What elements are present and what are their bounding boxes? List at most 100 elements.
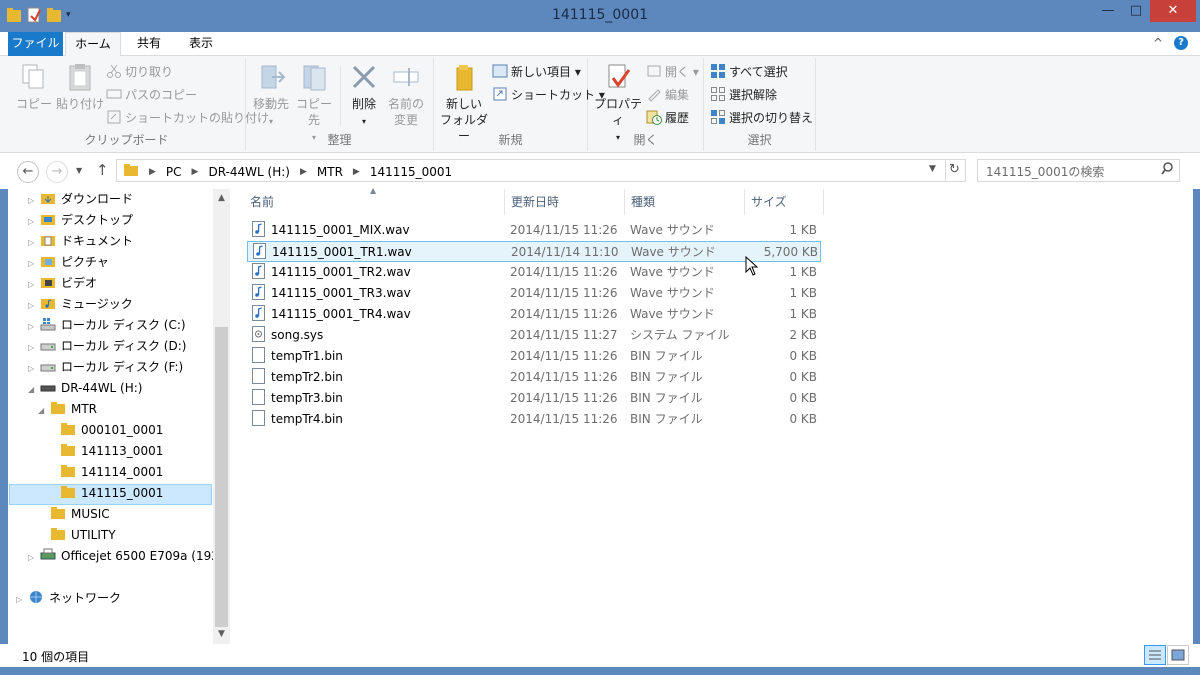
cut-button[interactable]: 切り取り xyxy=(106,62,173,82)
copy-button[interactable]: コピー xyxy=(14,62,54,112)
address-bar[interactable]: ▶ PC ▶ DR-44WL (H:) ▶ MTR ▶ 141115_0001 … xyxy=(116,159,966,182)
maximize-button[interactable]: □ xyxy=(1122,0,1150,22)
tree-item[interactable]: ▷ ローカル ディスク (F:) xyxy=(28,357,183,378)
tree-item[interactable]: 000101_0001 xyxy=(48,420,163,441)
column-divider[interactable] xyxy=(823,189,824,215)
new-item-button[interactable]: 新しい項目 ▾ xyxy=(492,62,581,82)
tree-item[interactable]: ▷ ローカル ディスク (C:) xyxy=(28,315,186,336)
rename-button[interactable]: 名前の 変更 xyxy=(384,62,428,128)
table-row[interactable]: tempTr4.bin 2014/11/15 11:26 BIN ファイル 0 KB xyxy=(247,409,821,430)
address-history-dropdown[interactable]: ▼ xyxy=(929,164,936,174)
recent-locations-dropdown[interactable]: ▼ xyxy=(76,166,82,175)
breadcrumb-separator-icon[interactable]: ▶ xyxy=(192,167,199,177)
refresh-icon[interactable]: ↻ xyxy=(949,162,960,177)
open-group-label: 開く xyxy=(633,133,658,147)
table-row[interactable]: 141115_0001_TR1.wav 2014/11/14 11:10 Wave … xyxy=(247,241,821,262)
table-row[interactable]: 141115_0001_TR4.wav 2014/11/15 11:26 Wave … xyxy=(247,304,821,325)
expand-arrow-icon[interactable]: ▷ xyxy=(16,589,28,610)
expand-arrow-icon[interactable]: ▷ xyxy=(28,358,40,379)
paste-button[interactable]: 貼り付け xyxy=(56,62,104,112)
tree-item[interactable]: UTILITY xyxy=(38,525,116,546)
tree-item[interactable]: ▷ ローカル ディスク (D:) xyxy=(28,336,186,357)
breadcrumb-item[interactable]: 141115_0001 xyxy=(370,165,452,179)
table-row[interactable]: 141115_0001_TR3.wav 2014/11/15 11:26 Wave … xyxy=(247,283,821,304)
tab-view[interactable]: 表示 xyxy=(178,32,224,56)
search-icon[interactable] xyxy=(1161,162,1173,179)
copy-label: コピー xyxy=(15,97,52,111)
tab-share[interactable]: 共有 xyxy=(126,32,172,56)
collapse-arrow-icon[interactable]: ◢ xyxy=(38,400,50,421)
open-label: 開く ▾ xyxy=(665,65,699,79)
column-header-type[interactable]: 種類 xyxy=(631,189,655,215)
table-row[interactable]: tempTr2.bin 2014/11/15 11:26 BIN ファイル 0 KB xyxy=(247,367,821,388)
tree-item[interactable]: 141113_0001 xyxy=(48,441,163,462)
tree-item[interactable]: ◢ DR-44WL (H:) xyxy=(28,378,143,399)
tree-item[interactable]: 141114_0001 xyxy=(48,462,163,483)
select-none-button[interactable]: 選択解除 xyxy=(710,85,777,105)
column-divider[interactable] xyxy=(624,189,625,215)
expand-arrow-icon[interactable]: ▷ xyxy=(28,211,40,232)
expand-arrow-icon[interactable]: ▷ xyxy=(28,232,40,253)
scrollbar-thumb[interactable] xyxy=(215,327,228,627)
nav-pane-scrollbar[interactable]: ▲ ▼ xyxy=(213,189,230,644)
large-icons-view-button[interactable] xyxy=(1167,645,1189,665)
select-all-button[interactable]: すべて選択 xyxy=(710,62,788,82)
forward-button[interactable]: → xyxy=(46,161,68,183)
column-header-size[interactable]: サイズ xyxy=(751,189,787,215)
tree-item[interactable]: ▷ ドキュメント xyxy=(28,231,133,252)
expand-arrow-icon[interactable]: ▷ xyxy=(28,253,40,274)
tree-item[interactable]: ▷ ピクチャ xyxy=(28,252,109,273)
history-button[interactable]: 履歴 xyxy=(646,108,689,128)
table-row[interactable]: tempTr3.bin 2014/11/15 11:26 BIN ファイル 0 KB xyxy=(247,388,821,409)
tree-item[interactable]: ▷ ネットワーク xyxy=(16,588,121,609)
delete-button[interactable]: 削除 ▾ xyxy=(344,62,384,130)
breadcrumb-item[interactable]: PC xyxy=(166,165,182,179)
tree-item[interactable]: ▷ デスクトップ xyxy=(28,210,133,231)
open-button[interactable]: 開く ▾ xyxy=(646,62,699,82)
breadcrumb-separator-icon[interactable]: ▶ xyxy=(353,167,360,177)
tab-home[interactable]: ホーム xyxy=(65,32,121,57)
expand-arrow-icon[interactable]: ▷ xyxy=(28,547,40,568)
column-header-date[interactable]: 更新日時 xyxy=(511,189,559,215)
breadcrumb-separator-icon[interactable]: ▶ xyxy=(149,167,156,177)
expand-arrow-icon[interactable]: ▷ xyxy=(28,295,40,316)
breadcrumb-item[interactable]: MTR xyxy=(317,165,343,179)
copy-path-button[interactable]: パスのコピー xyxy=(106,85,197,105)
invert-selection-button[interactable]: 選択の切り替え xyxy=(710,108,813,128)
expand-ribbon-button[interactable]: ^ xyxy=(1153,36,1163,50)
edit-button[interactable]: 編集 xyxy=(646,85,689,105)
up-button[interactable]: ↑ xyxy=(96,161,109,179)
expand-arrow-icon[interactable]: ▷ xyxy=(28,274,40,295)
paste-shortcut-button[interactable]: ショートカットの貼り付け xyxy=(106,108,269,128)
expand-arrow-icon[interactable]: ▷ xyxy=(28,190,40,211)
tree-item[interactable]: ▷ ビデオ xyxy=(28,273,97,294)
column-header-name[interactable]: 名前 xyxy=(250,189,274,215)
help-button[interactable]: ? xyxy=(1174,36,1188,50)
search-input[interactable]: 141115_0001の検索 xyxy=(977,159,1180,182)
tree-item[interactable]: ▷ Officejet 6500 E709a (192. xyxy=(28,546,223,567)
table-row[interactable]: song.sys 2014/11/15 11:27 システム ファイル 2 KB xyxy=(247,325,821,346)
scroll-up-icon[interactable]: ▲ xyxy=(213,193,230,203)
expand-arrow-icon[interactable]: ▷ xyxy=(28,337,40,358)
tree-item[interactable]: ◢ MTR xyxy=(38,399,97,420)
breadcrumb-item[interactable]: DR-44WL (H:) xyxy=(208,165,290,179)
tree-item[interactable]: MUSIC xyxy=(38,504,110,525)
tab-file[interactable]: ファイル xyxy=(8,32,63,56)
details-view-button[interactable] xyxy=(1144,645,1166,665)
back-button[interactable]: ← xyxy=(17,161,39,183)
scroll-down-icon[interactable]: ▼ xyxy=(213,629,230,639)
table-row[interactable]: tempTr1.bin 2014/11/15 11:26 BIN ファイル 0 KB xyxy=(247,346,821,367)
column-divider[interactable] xyxy=(504,189,505,215)
move-to-button[interactable]: 移動先 ▾ xyxy=(250,62,292,130)
close-button[interactable]: ✕ xyxy=(1150,0,1196,22)
column-divider[interactable] xyxy=(744,189,745,215)
expand-arrow-icon[interactable]: ▷ xyxy=(28,316,40,337)
tree-item[interactable]: ▷ ミュージック xyxy=(28,294,133,315)
table-row[interactable]: 141115_0001_TR2.wav 2014/11/15 11:26 Wave … xyxy=(247,262,821,283)
table-row[interactable]: 141115_0001_MIX.wav 2014/11/15 11:26 Wave … xyxy=(247,220,821,241)
tree-item[interactable]: 141115_0001 xyxy=(48,483,163,504)
breadcrumb-separator-icon[interactable]: ▶ xyxy=(300,167,307,177)
tree-item[interactable]: ▷ ダウンロード xyxy=(28,189,133,210)
collapse-arrow-icon[interactable]: ◢ xyxy=(28,379,40,400)
minimize-button[interactable]: — xyxy=(1094,0,1122,22)
